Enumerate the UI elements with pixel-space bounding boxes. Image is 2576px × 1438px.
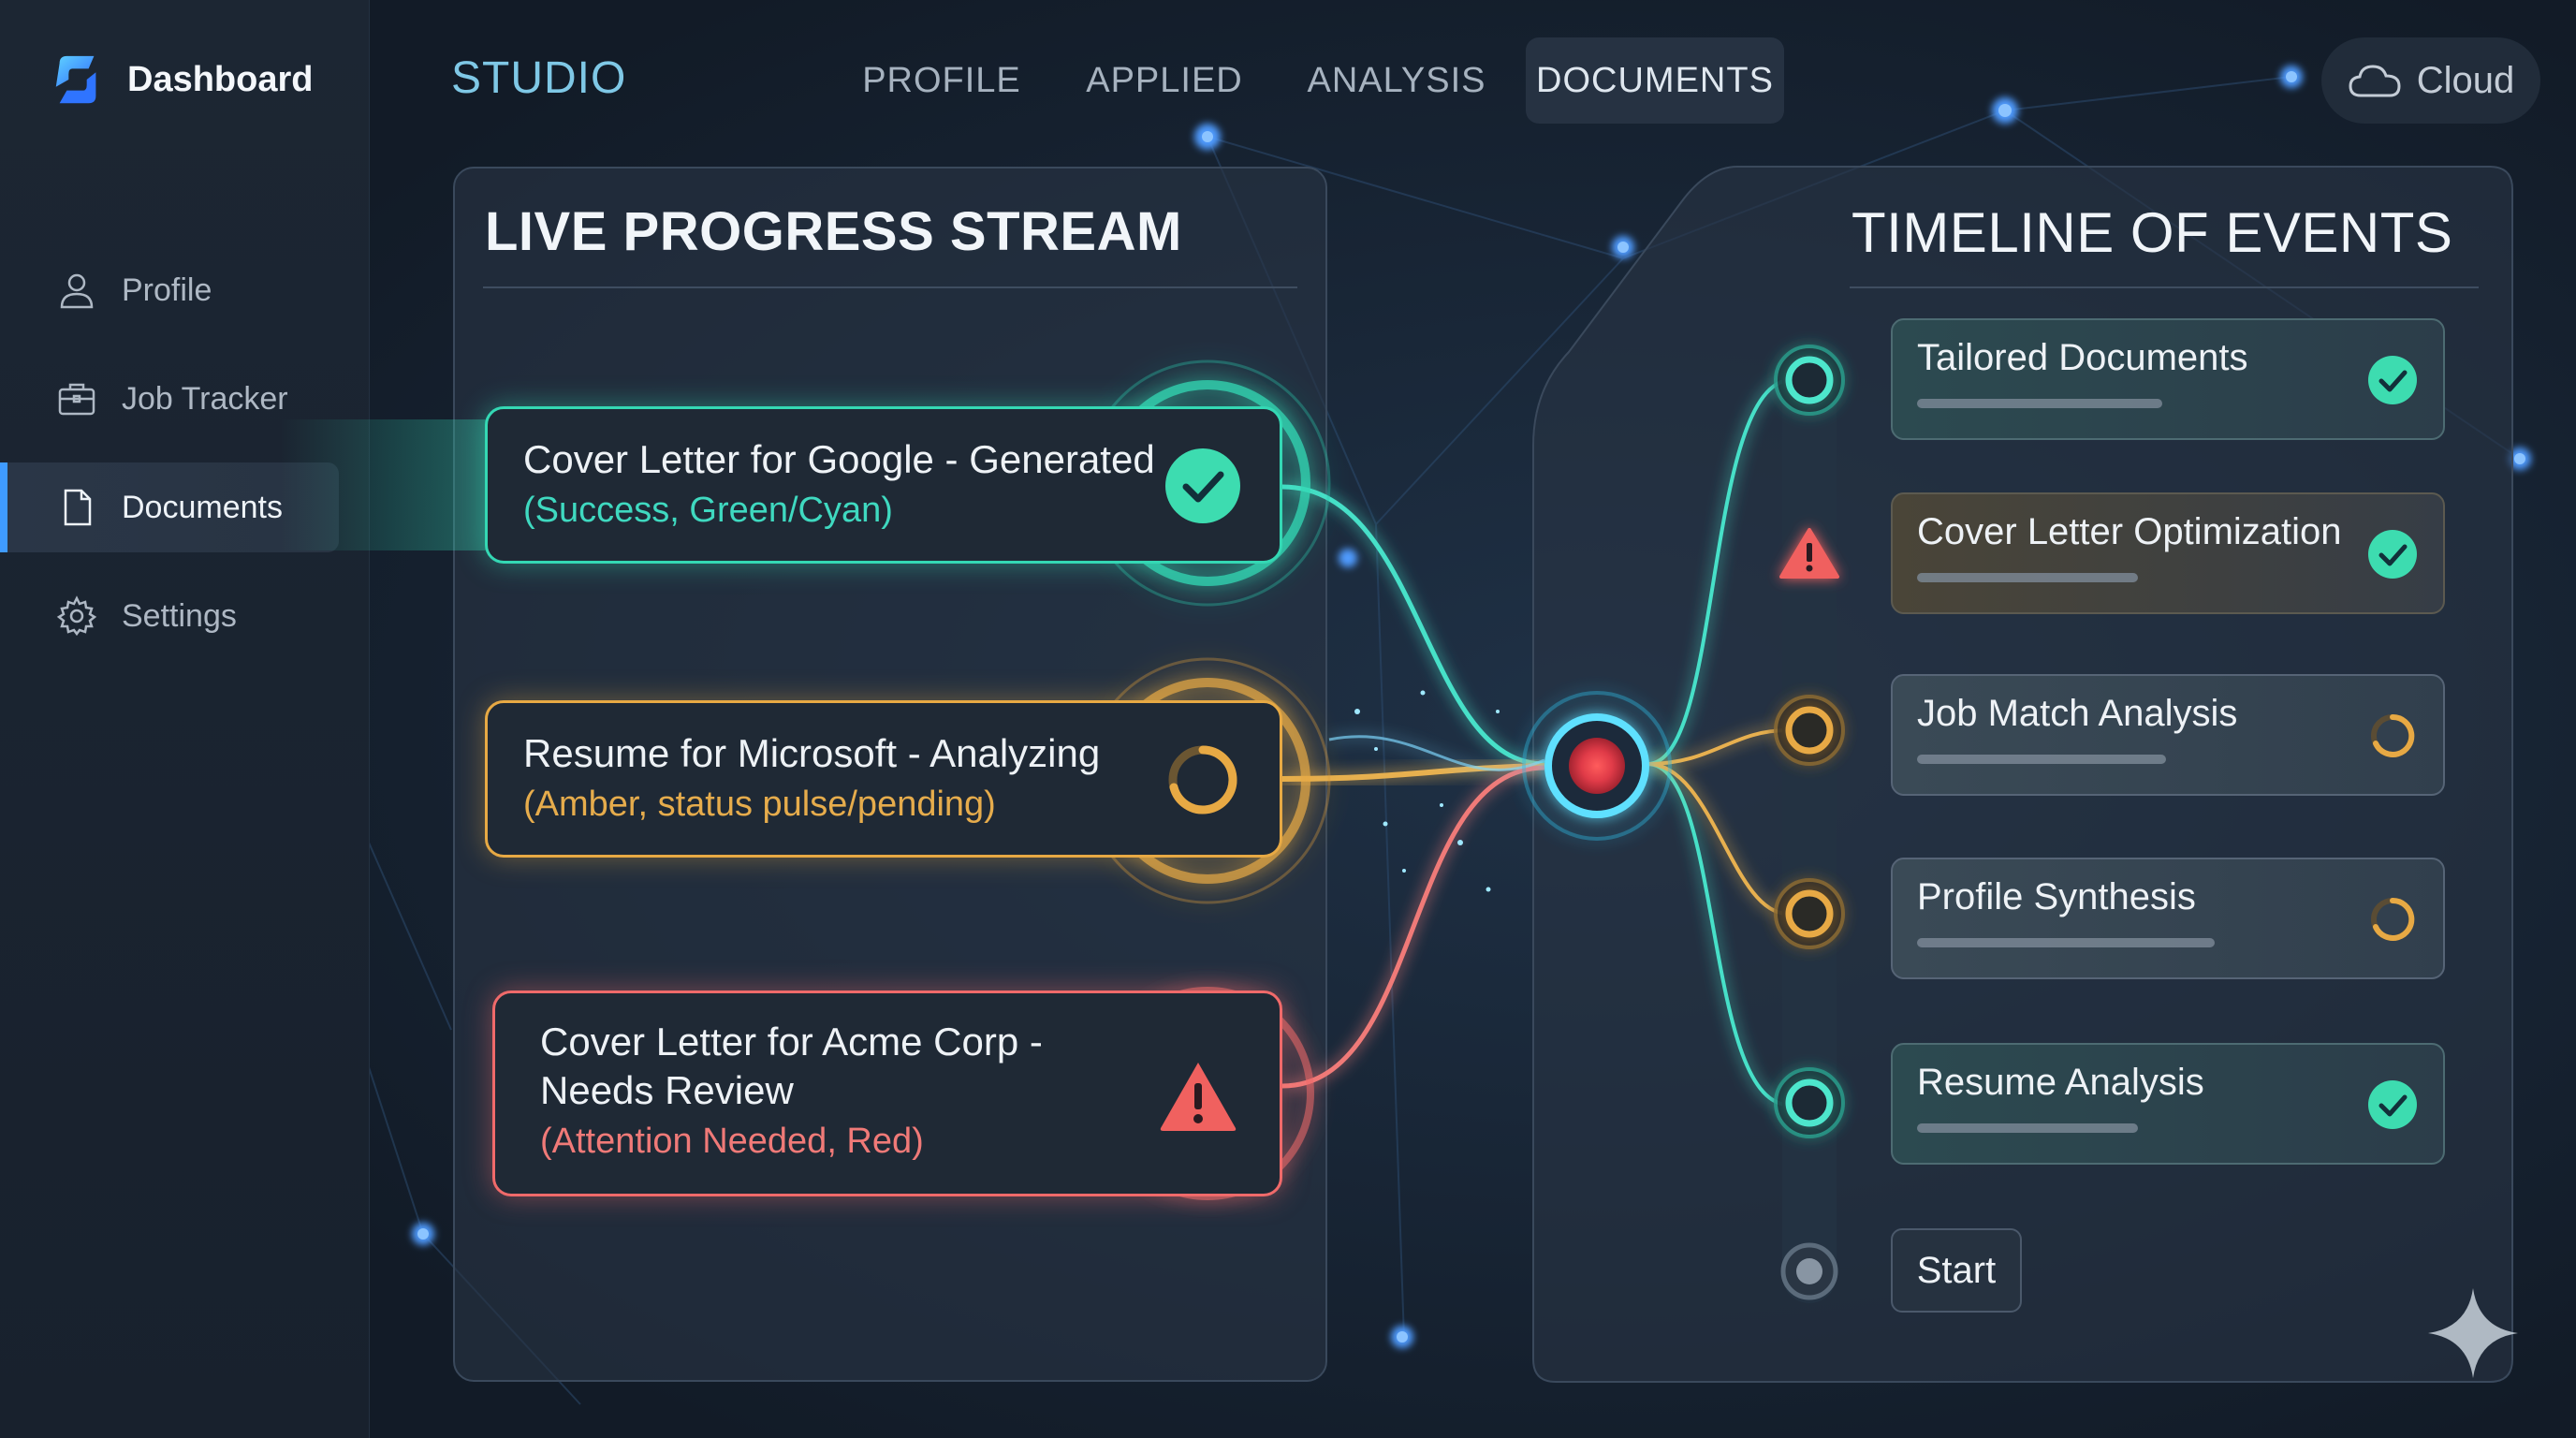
timeline-event-label: Cover Letter Optimization	[1917, 511, 2342, 552]
timeline-event-tailored-documents[interactable]: Tailored Documents	[1891, 318, 2445, 440]
timeline-event-bar	[1917, 938, 2215, 947]
timeline-event-resume-analysis[interactable]: Resume Analysis	[1891, 1043, 2445, 1165]
sparkle-icon	[2428, 1288, 2518, 1378]
brand-title: Dashboard	[127, 59, 314, 99]
stream-item-subtitle: (Success, Green/Cyan)	[523, 491, 893, 530]
timeline-event-label: Job Match Analysis	[1917, 693, 2238, 734]
studio-title[interactable]: STUDIO	[451, 52, 626, 104]
spinner-icon	[1168, 745, 1237, 814]
tab-profile[interactable]: PROFILE	[857, 37, 1026, 124]
stream-item-title: Resume for Microsoft - Analyzing	[523, 731, 1101, 775]
timeline-event-cover-letter-optimization[interactable]: Cover Letter Optimization	[1891, 492, 2445, 614]
sidebar: Dashboard Profile Job Tracker Documents …	[0, 0, 370, 1438]
spinner-icon	[2371, 897, 2415, 941]
sidebar-item-settings[interactable]: Settings	[0, 571, 339, 661]
document-icon	[64, 489, 92, 526]
start-button[interactable]: Start	[1891, 1228, 2022, 1313]
spinner-icon	[2371, 713, 2415, 757]
timeline-title: TIMELINE OF EVENTS	[1852, 201, 2453, 264]
timeline-event-label: Tailored Documents	[1917, 337, 2248, 378]
panel-divider	[483, 286, 1297, 288]
timeline-event-bar	[1917, 755, 2166, 764]
cloud-label: Cloud	[2416, 59, 2515, 101]
cloud-button[interactable]: Cloud	[2321, 37, 2540, 124]
check-circle-icon	[1165, 448, 1240, 523]
tab-documents[interactable]: DOCUMENTS	[1526, 37, 1784, 124]
stream-item-microsoft[interactable]: Resume for Microsoft - Analyzing (Amber,…	[485, 700, 1282, 858]
timeline-event-bar	[1917, 399, 2162, 408]
cloud-icon	[2349, 65, 2401, 97]
gear-icon	[56, 595, 97, 637]
sidebar-item-job-tracker[interactable]: Job Tracker	[0, 354, 339, 444]
sidebar-item-label: Job Tracker	[122, 380, 288, 417]
tab-analysis[interactable]: ANALYSIS	[1303, 37, 1490, 124]
stream-item-subtitle: (Attention Needed, Red)	[540, 1122, 924, 1161]
stream-item-subtitle: (Amber, status pulse/pending)	[523, 785, 996, 824]
check-circle-icon	[2368, 530, 2417, 579]
sidebar-item-documents[interactable]: Documents	[0, 462, 339, 552]
panel-divider	[1850, 286, 2479, 288]
briefcase-icon	[58, 383, 95, 416]
timeline-event-profile-synthesis[interactable]: Profile Synthesis	[1891, 858, 2445, 979]
live-progress-title: LIVE PROGRESS STREAM	[485, 201, 1182, 262]
logo-icon	[55, 55, 96, 104]
check-circle-icon	[2368, 1080, 2417, 1129]
sidebar-item-label: Profile	[122, 271, 212, 308]
warning-icon	[1160, 1063, 1237, 1131]
brand[interactable]: Dashboard	[49, 47, 313, 112]
check-circle-icon	[2368, 356, 2417, 404]
sidebar-item-label: Documents	[122, 489, 283, 525]
stream-item-google[interactable]: Cover Letter for Google - Generated (Suc…	[485, 406, 1282, 564]
timeline-event-bar	[1917, 1123, 2138, 1133]
user-icon	[60, 273, 94, 309]
timeline-event-bar	[1917, 573, 2138, 582]
timeline-event-label: Resume Analysis	[1917, 1062, 2204, 1103]
stream-item-title-line2: Needs Review	[540, 1068, 794, 1112]
timeline-event-label: Profile Synthesis	[1917, 876, 2196, 917]
stream-item-title-line1: Cover Letter for Acme Corp -	[540, 1020, 1043, 1064]
tab-applied[interactable]: APPLIED	[1076, 37, 1252, 124]
stream-item-title: Cover Letter for Google - Generated	[523, 437, 1155, 481]
sidebar-item-profile[interactable]: Profile	[0, 245, 339, 335]
timeline-event-job-match-analysis[interactable]: Job Match Analysis	[1891, 674, 2445, 796]
stream-item-acme[interactable]: Cover Letter for Acme Corp - Needs Revie…	[492, 990, 1282, 1196]
sidebar-item-label: Settings	[122, 597, 237, 634]
